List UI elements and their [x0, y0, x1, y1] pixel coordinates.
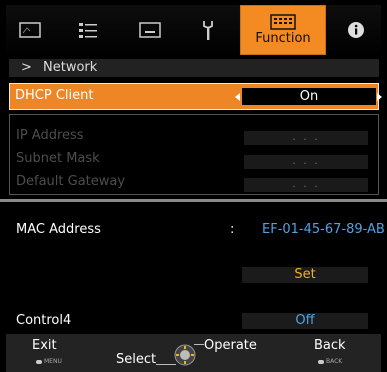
footer-select-label: Select — [116, 352, 157, 367]
tab-function-label: Function — [255, 31, 311, 46]
tab-function[interactable]: Function — [240, 5, 326, 55]
ip-address-field: . . . — [244, 131, 368, 145]
dhcp-client-label: DHCP Client — [15, 88, 94, 103]
tab-installation[interactable] — [188, 5, 228, 55]
tab-adjust[interactable] — [68, 5, 108, 55]
back-key-label: BACK — [326, 358, 343, 365]
footer-operate-label: Operate — [204, 338, 257, 353]
back-key-icon: BACK — [318, 358, 342, 365]
input-display-icon — [139, 22, 161, 38]
section-divider — [0, 199, 387, 202]
menu-key-icon: MENU — [36, 358, 62, 365]
projector-menu-screen: Function > Network DHCP Client On IP Addr… — [0, 0, 387, 372]
control4-label: Control4 — [16, 313, 72, 328]
menu-tab-bar: Function — [6, 5, 381, 55]
set-button[interactable]: Set — [242, 267, 368, 283]
ip-address-label: IP Address — [16, 128, 84, 143]
subnet-mask-label: Subnet Mask — [16, 151, 100, 166]
default-gateway-label: Default Gateway — [16, 174, 126, 189]
mac-address-label: MAC Address — [16, 222, 101, 237]
page-title: Network — [43, 60, 98, 75]
footer-help-bar: Exit MENU Select Operate Back BACK — [6, 334, 381, 372]
breadcrumb-chevron: > — [21, 60, 32, 75]
tab-picture[interactable] — [10, 5, 50, 55]
operate-pointer-line — [194, 344, 204, 345]
info-icon — [348, 22, 364, 38]
mac-colon: : — [230, 222, 235, 237]
picture-icon — [19, 22, 41, 38]
function-keyboard-icon — [270, 14, 296, 30]
arrow-right-icon[interactable] — [377, 93, 382, 101]
dhcp-client-value[interactable]: On — [242, 88, 376, 105]
breadcrumb: > Network — [9, 59, 379, 77]
installation-wrench-icon — [203, 21, 213, 40]
default-gateway-field: . . . — [244, 178, 368, 192]
menu-key-label: MENU — [44, 358, 62, 365]
tab-input-display[interactable] — [130, 5, 170, 55]
subnet-mask-field: . . . — [244, 155, 368, 169]
tab-info[interactable] — [336, 5, 376, 55]
control4-value[interactable]: Off — [242, 313, 368, 329]
adjust-sliders-icon — [79, 23, 97, 38]
dhcp-client-row[interactable]: DHCP Client On — [9, 83, 382, 110]
footer-back-label: Back — [314, 338, 346, 353]
select-pointer-line — [156, 364, 176, 365]
arrow-left-icon[interactable] — [235, 93, 240, 101]
footer-exit-label: Exit — [32, 338, 57, 353]
dpad-icon — [174, 344, 196, 366]
mac-address-value: EF-01-45-67-89-AB — [262, 222, 385, 237]
